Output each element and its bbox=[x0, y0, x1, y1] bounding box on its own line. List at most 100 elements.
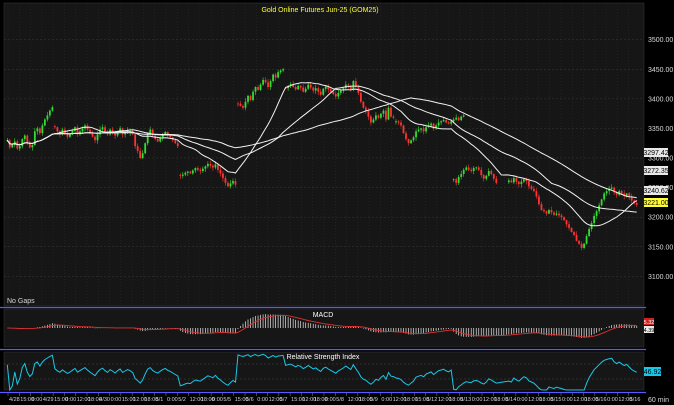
candle-body bbox=[224, 178, 227, 183]
candle-body bbox=[400, 122, 402, 126]
ma-label-3: 3240.62 bbox=[643, 186, 669, 195]
candle-body bbox=[412, 137, 415, 141]
candle-body bbox=[445, 120, 448, 123]
candle-body bbox=[563, 217, 565, 221]
x-tick-label: 5/12 bbox=[427, 397, 438, 403]
candle-body bbox=[417, 129, 420, 132]
ma-label-1-text: 3297.42 bbox=[643, 150, 668, 157]
macd-label-2-text: 4.39 bbox=[644, 328, 655, 334]
candle-body bbox=[322, 88, 325, 95]
macd-label-2: 4.39 bbox=[644, 326, 655, 334]
candle-body bbox=[314, 88, 317, 91]
candle-body bbox=[156, 139, 159, 142]
candle-body bbox=[36, 128, 39, 132]
candle-body bbox=[420, 128, 422, 130]
candle-body bbox=[585, 236, 588, 244]
candle-body bbox=[455, 117, 458, 120]
candle-body bbox=[21, 139, 24, 147]
candle-body bbox=[269, 81, 272, 87]
candle-body bbox=[457, 176, 460, 183]
candle-body bbox=[174, 140, 177, 144]
x-tick-label: 5/8 bbox=[336, 397, 344, 403]
candle-body bbox=[375, 115, 377, 120]
candle-body bbox=[392, 116, 395, 118]
x-tick-label: 5/16 bbox=[630, 397, 641, 403]
candle-body bbox=[397, 121, 400, 123]
candle-body bbox=[425, 127, 427, 132]
candle-body bbox=[555, 213, 558, 215]
candle-body bbox=[450, 121, 453, 124]
candle-body bbox=[583, 243, 585, 248]
candle-body bbox=[332, 91, 335, 95]
x-tick-label: 0:00 bbox=[32, 397, 43, 403]
candle-body bbox=[191, 170, 194, 174]
x-tick-label: 0:00 bbox=[607, 397, 618, 403]
candle-body bbox=[402, 125, 405, 134]
candle-body bbox=[46, 115, 49, 120]
candle-body bbox=[490, 171, 493, 174]
candle-body bbox=[81, 128, 84, 132]
x-tick-label: 5/13 bbox=[460, 397, 471, 403]
candle-body bbox=[309, 84, 312, 88]
candle-body bbox=[349, 87, 352, 90]
x-tick-label: 0:00 bbox=[167, 397, 178, 403]
candle-body bbox=[299, 85, 302, 88]
candle-body bbox=[485, 175, 488, 179]
x-tick-label: 5/7 bbox=[280, 397, 288, 403]
candle-body bbox=[264, 79, 267, 83]
candle-body bbox=[96, 134, 99, 141]
candle-body bbox=[94, 136, 96, 141]
rsi-label-text: 46.92 bbox=[644, 369, 662, 376]
candle-body bbox=[447, 122, 450, 124]
candle-body bbox=[274, 74, 277, 78]
candle-body bbox=[440, 121, 443, 123]
candle-body bbox=[277, 72, 280, 78]
candle-body bbox=[560, 215, 563, 218]
candle-body bbox=[272, 74, 274, 82]
candle-body bbox=[565, 220, 568, 225]
candle-body bbox=[635, 202, 638, 205]
candle-body bbox=[480, 169, 483, 176]
candle-body bbox=[442, 120, 445, 122]
candle-body bbox=[222, 173, 224, 179]
candle-body bbox=[51, 107, 54, 111]
candle-body bbox=[294, 87, 297, 90]
candle-body bbox=[339, 90, 342, 93]
candle-body bbox=[48, 110, 51, 116]
x-tick-label: 0:00 bbox=[325, 397, 336, 403]
x-tick-label: 4/28 bbox=[9, 397, 20, 403]
candle-body bbox=[472, 168, 475, 172]
price-y-tick: 3450.00 bbox=[648, 67, 673, 74]
candle-body bbox=[362, 101, 365, 108]
candle-body bbox=[214, 164, 217, 168]
candle-body bbox=[319, 91, 322, 95]
candle-body bbox=[370, 116, 372, 123]
candle-body bbox=[405, 133, 407, 140]
candle-body bbox=[522, 179, 525, 182]
interval-label: 60 min bbox=[648, 397, 669, 404]
candle-body bbox=[528, 181, 530, 187]
candle-body bbox=[139, 150, 142, 158]
candle-body bbox=[605, 191, 608, 194]
rsi-label: 46.92 bbox=[644, 367, 662, 376]
candle-body bbox=[600, 199, 603, 206]
x-tick-label: 5/2 bbox=[178, 397, 186, 403]
candle-body bbox=[492, 173, 495, 179]
candle-body bbox=[54, 126, 56, 128]
candle-body bbox=[460, 173, 463, 177]
x-tick-label: 0:00 bbox=[562, 397, 573, 403]
x-tick-label: 0:00 bbox=[111, 397, 122, 403]
candle-body bbox=[176, 143, 179, 147]
price-y-tick: 3150.00 bbox=[648, 244, 673, 251]
x-tick-label: 0:00 bbox=[212, 397, 223, 403]
candle-body bbox=[575, 234, 578, 241]
rsi-title: Relative Strength Index bbox=[287, 354, 360, 361]
candle-body bbox=[56, 127, 59, 132]
candle-body bbox=[580, 243, 583, 248]
candle-body bbox=[415, 131, 417, 138]
candle-body bbox=[179, 174, 182, 176]
candle-body bbox=[630, 197, 633, 201]
price-axis: 3500.003450.003400.003350.003300.003250.… bbox=[648, 37, 673, 281]
candle-body bbox=[199, 169, 202, 172]
candle-body bbox=[186, 171, 189, 173]
